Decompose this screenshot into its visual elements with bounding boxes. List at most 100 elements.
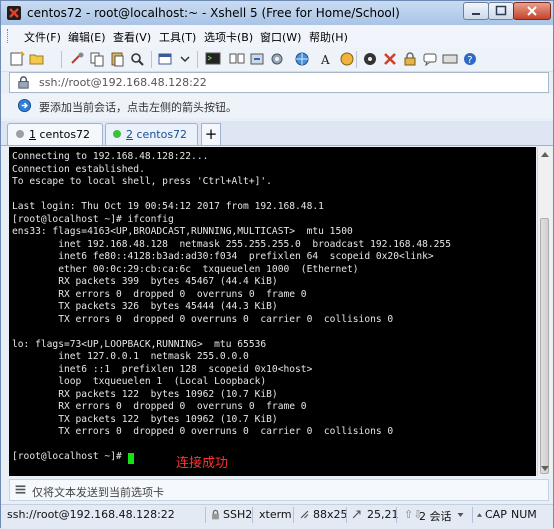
status-term: xterm (259, 508, 292, 521)
toolbar-separator (197, 51, 198, 68)
terminal-line: RX packets 122 bytes 10962 (10.7 KiB) (12, 388, 278, 400)
find-icon[interactable] (129, 51, 145, 67)
minimize-icon (472, 13, 480, 15)
terminal-cursor (128, 453, 134, 464)
ssh-lock-icon (212, 509, 219, 520)
chevron-down-icon[interactable] (177, 51, 193, 67)
terminal-line: inet6 fe80::4128:b3ad:ad30:f034 prefixle… (12, 251, 434, 262)
menu-view[interactable]: 查看(V) (113, 29, 151, 45)
xftp-icon[interactable] (382, 51, 398, 67)
terminal-line: TX packets 122 bytes 10962 (10.7 KiB) (12, 413, 278, 425)
copy-icon[interactable] (89, 51, 105, 67)
menu-help[interactable]: 帮助(H) (309, 29, 348, 45)
terminal-line: Last login: Thu Oct 19 00:54:12 2017 fro… (12, 201, 324, 212)
terminal-line: Connecting to 192.168.48.128:22... (12, 151, 209, 162)
color-icon[interactable] (339, 51, 355, 67)
terminal-line: inet6 ::1 prefixlen 128 scopeid 0x10<hos… (12, 363, 313, 375)
menu-window[interactable]: 窗口(W) (260, 29, 301, 45)
terminal-line: TX errors 0 dropped 0 overruns 0 carrier… (12, 313, 394, 325)
tab-name: centos72 (136, 128, 188, 141)
minimize-button[interactable] (463, 2, 489, 20)
terminal-icon[interactable] (205, 51, 221, 67)
terminal-line: TX errors 0 dropped 0 overruns 0 carrier… (12, 426, 394, 437)
address-lock-icon (18, 76, 29, 89)
sessions-dropdown-icon[interactable] (456, 511, 465, 519)
menu-grip[interactable] (7, 29, 11, 43)
toolbar-separator (356, 51, 357, 68)
terminal-line: ether 00:0c:29:cb:ca:6c txqueuelen 1000 … (12, 263, 359, 275)
scroll-down-icon[interactable] (541, 466, 549, 471)
status-sessions: 2 会话 (419, 510, 452, 523)
status-separator (293, 507, 294, 523)
close-icon (527, 6, 537, 16)
terminal-area[interactable]: Connecting to 192.168.48.128:22... Connec… (9, 147, 536, 476)
terminal-line: inet 192.168.48.128 netmask 255.255.255.… (12, 238, 451, 250)
tab-status-icon (16, 130, 24, 138)
svg-text:?: ? (467, 55, 472, 66)
link-icon[interactable] (69, 51, 85, 67)
terminal-line: ens33: flags=4163<UP,BROADCAST,RUNNING,M… (12, 226, 353, 237)
settings-icon[interactable] (269, 51, 285, 67)
menu-tools[interactable]: 工具(T) (159, 29, 196, 45)
globe-icon[interactable] (294, 51, 310, 67)
status-separator (252, 507, 253, 523)
terminal-line: loop txqueuelen 1 (Local Loopback) (12, 376, 267, 387)
tab-name: centos72 (39, 128, 91, 141)
script-icon[interactable] (362, 51, 378, 67)
open-folder-icon[interactable] (29, 51, 45, 67)
toolbar-separator (151, 51, 152, 68)
svg-text:A: A (320, 53, 330, 67)
info-arrow-icon[interactable] (17, 98, 32, 113)
tab-status-icon (113, 130, 121, 138)
terminal-line: TX packets 326 bytes 45444 (44.3 KiB) (12, 301, 278, 312)
scroll-up-icon[interactable] (541, 152, 549, 157)
sftp-icon[interactable] (249, 51, 265, 67)
menu-tabs[interactable]: 选项卡(B) (204, 29, 253, 45)
status-separator (205, 507, 206, 523)
terminal-line: [root@localhost ~]# ifconfig (12, 213, 174, 225)
font-icon[interactable]: A (319, 51, 335, 67)
menu-file[interactable]: 文件(F) (24, 29, 61, 45)
transfer-icon[interactable] (229, 51, 245, 67)
window-title: centos72 - root@localhost:~ - Xshell 5 (… (27, 6, 400, 20)
tab-label[interactable]: 2 centos72 (126, 128, 187, 141)
toolbar-separator (61, 51, 62, 68)
status-size: 88x25 (313, 508, 348, 521)
close-button[interactable] (513, 2, 551, 20)
terminal-line: lo: flags=73<UP,LOOPBACK,RUNNING> mtu 65… (12, 338, 267, 350)
cursor-position-icon (352, 510, 361, 519)
info-text: 要添加当前会话，点击左侧的箭头按钮。 (39, 101, 237, 114)
xshell-logo-icon (7, 6, 21, 20)
app-window: centos72 - root@localhost:~ - Xshell 5 (… (0, 0, 554, 529)
keyboard-icon[interactable] (442, 51, 458, 67)
status-protocol: SSH2 (223, 508, 253, 521)
chat-icon[interactable] (422, 51, 438, 67)
status-cap: CAP (485, 508, 507, 521)
properties-icon[interactable] (157, 51, 173, 67)
compose-input[interactable]: 仅将文本发送到当前选项卡 (32, 484, 164, 500)
tab-number: 2 (126, 128, 133, 141)
help-icon[interactable]: ? (462, 51, 478, 67)
status-position: 25,21 (367, 508, 399, 521)
terminal-line: RX errors 0 dropped 0 overruns 0 frame 0 (12, 401, 307, 412)
cap-up-icon (476, 513, 483, 517)
terminal-line: [root@localhost ~]# (12, 451, 128, 462)
menu-edit[interactable]: 编辑(E) (68, 29, 106, 45)
annotation-connection-success: 连接成功 (176, 456, 229, 471)
lock-icon[interactable] (402, 51, 418, 67)
terminal-line: RX packets 399 bytes 45467 (44.4 KiB) (12, 276, 278, 287)
tab-number: 1 (29, 128, 36, 141)
maximize-icon (495, 5, 507, 16)
terminal-line: To escape to local shell, press 'Ctrl+Al… (12, 176, 272, 187)
maximize-button[interactable] (488, 2, 514, 20)
terminal-line: inet 127.0.0.1 netmask 255.0.0.0 (12, 351, 249, 362)
new-session-icon[interactable] (9, 51, 25, 67)
address-input[interactable]: ssh://root@192.168.48.128:22 (39, 76, 207, 89)
tab-label[interactable]: 1 centos72 (29, 128, 90, 141)
compose-menu-icon[interactable] (14, 483, 27, 496)
new-tab-button[interactable]: + (201, 123, 221, 145)
terminal-scrollbar[interactable] (537, 147, 552, 476)
status-separator (346, 507, 347, 523)
paste-icon[interactable] (109, 51, 125, 67)
scrollbar-thumb[interactable] (540, 218, 549, 474)
